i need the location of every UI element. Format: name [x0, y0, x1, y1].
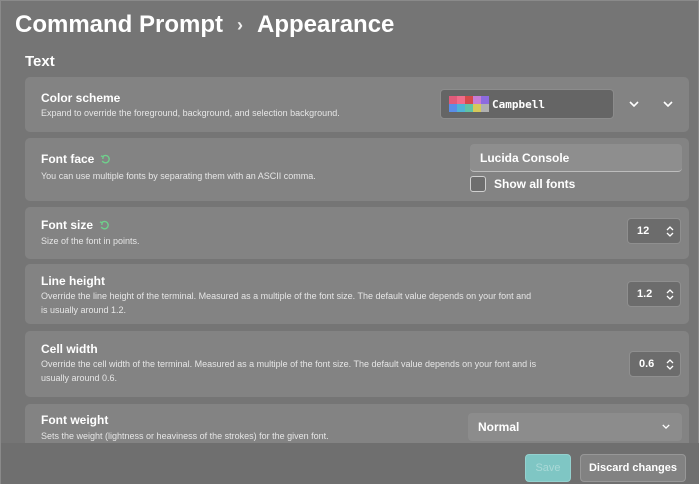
- color-swatch: [473, 96, 481, 104]
- line-height-value: 1.2: [637, 288, 653, 300]
- line-height-description-line1: Override the line height of the terminal…: [41, 291, 532, 301]
- font-face-description: You can use multiple fonts by separating…: [41, 171, 316, 181]
- line-height-description: Override the line height of the terminal…: [41, 289, 531, 317]
- breadcrumb-separator-icon: ›: [237, 14, 244, 35]
- color-swatch: [457, 104, 465, 112]
- color-scheme-title: Color scheme: [41, 91, 120, 105]
- updown-arrows-icon[interactable]: [666, 288, 674, 301]
- section-title: Text: [25, 53, 55, 70]
- font-size-value: 12: [637, 225, 650, 237]
- breadcrumb-parent[interactable]: Command Prompt: [15, 11, 223, 39]
- cell-width-card: Cell width Override the cell width of th…: [25, 331, 689, 397]
- color-swatch: [465, 104, 473, 112]
- color-swatch: [457, 96, 465, 104]
- settings-window: Command Prompt › Appearance Text Color s…: [0, 0, 699, 484]
- font-weight-dropdown[interactable]: Normal: [468, 413, 682, 441]
- font-weight-label: Font weight: [41, 413, 109, 427]
- font-face-label: Font face: [41, 152, 95, 166]
- color-scheme-value: Campbell: [492, 97, 545, 111]
- show-all-fonts-checkbox[interactable]: [470, 176, 486, 192]
- font-face-input[interactable]: Lucida Console: [470, 144, 682, 172]
- font-weight-title: Font weight: [41, 413, 108, 427]
- cell-width-title: Cell width: [41, 342, 98, 356]
- color-swatch: [449, 96, 457, 104]
- color-scheme-dropdown[interactable]: Campbell: [440, 89, 614, 119]
- font-face-reset-icon[interactable]: [100, 154, 111, 165]
- cell-width-description: Override the cell width of the terminal.…: [41, 357, 536, 385]
- updown-arrows-icon[interactable]: [666, 225, 674, 238]
- font-size-spinner[interactable]: 12: [627, 218, 681, 244]
- font-size-reset-icon[interactable]: [99, 220, 110, 231]
- font-size-card: Font size Size of the font in points. 12: [25, 207, 689, 259]
- show-all-fonts-label: Show all fonts: [494, 177, 576, 191]
- line-height-label: Line height: [41, 274, 105, 288]
- color-swatch: [465, 96, 473, 104]
- show-all-fonts-checkbox-row[interactable]: Show all fonts: [470, 176, 575, 192]
- save-button[interactable]: Save: [525, 454, 571, 482]
- font-size-description: Size of the font in points.: [41, 236, 140, 246]
- font-size-label: Font size: [41, 218, 94, 232]
- font-weight-card: Font weight Sets the weight (lightness o…: [25, 404, 689, 444]
- font-face-card: Font face You can use multiple fonts by …: [25, 138, 689, 201]
- cell-width-description-line2: usually around 0.6.: [41, 373, 118, 383]
- font-weight-value: Normal: [478, 420, 520, 434]
- color-scheme-card[interactable]: Color scheme Expand to override the fore…: [25, 77, 689, 132]
- font-face-title: Font face: [41, 152, 111, 166]
- breadcrumb: Command Prompt › Appearance: [15, 7, 394, 43]
- discard-changes-button[interactable]: Discard changes: [580, 454, 686, 482]
- chevron-down-icon: [662, 424, 670, 429]
- cell-width-spinner[interactable]: 0.6: [629, 351, 681, 377]
- line-height-description-line2: is usually around 1.2.: [41, 305, 127, 315]
- line-height-title: Line height: [41, 274, 105, 288]
- color-scheme-label: Color scheme: [41, 91, 121, 105]
- font-size-title: Font size: [41, 218, 110, 232]
- color-swatch: [481, 96, 489, 104]
- color-swatch: [473, 104, 481, 112]
- color-scheme-description: Expand to override the foreground, backg…: [41, 108, 340, 118]
- updown-arrows-icon[interactable]: [666, 358, 674, 371]
- color-swatch: [481, 104, 489, 112]
- color-scheme-preview: [449, 96, 489, 112]
- line-height-card: Line height Override the line height of …: [25, 264, 689, 324]
- line-height-spinner[interactable]: 1.2: [627, 281, 681, 307]
- cell-width-value: 0.6: [639, 358, 655, 370]
- color-scheme-expand-chevron-icon[interactable]: [656, 92, 680, 116]
- font-weight-description: Sets the weight (lightness or heaviness …: [41, 431, 329, 441]
- breadcrumb-current: Appearance: [257, 11, 395, 38]
- cell-width-description-line1: Override the cell width of the terminal.…: [41, 359, 537, 369]
- color-scheme-chevron-down-icon[interactable]: [622, 92, 646, 116]
- color-swatch: [449, 104, 457, 112]
- cell-width-label: Cell width: [41, 342, 98, 356]
